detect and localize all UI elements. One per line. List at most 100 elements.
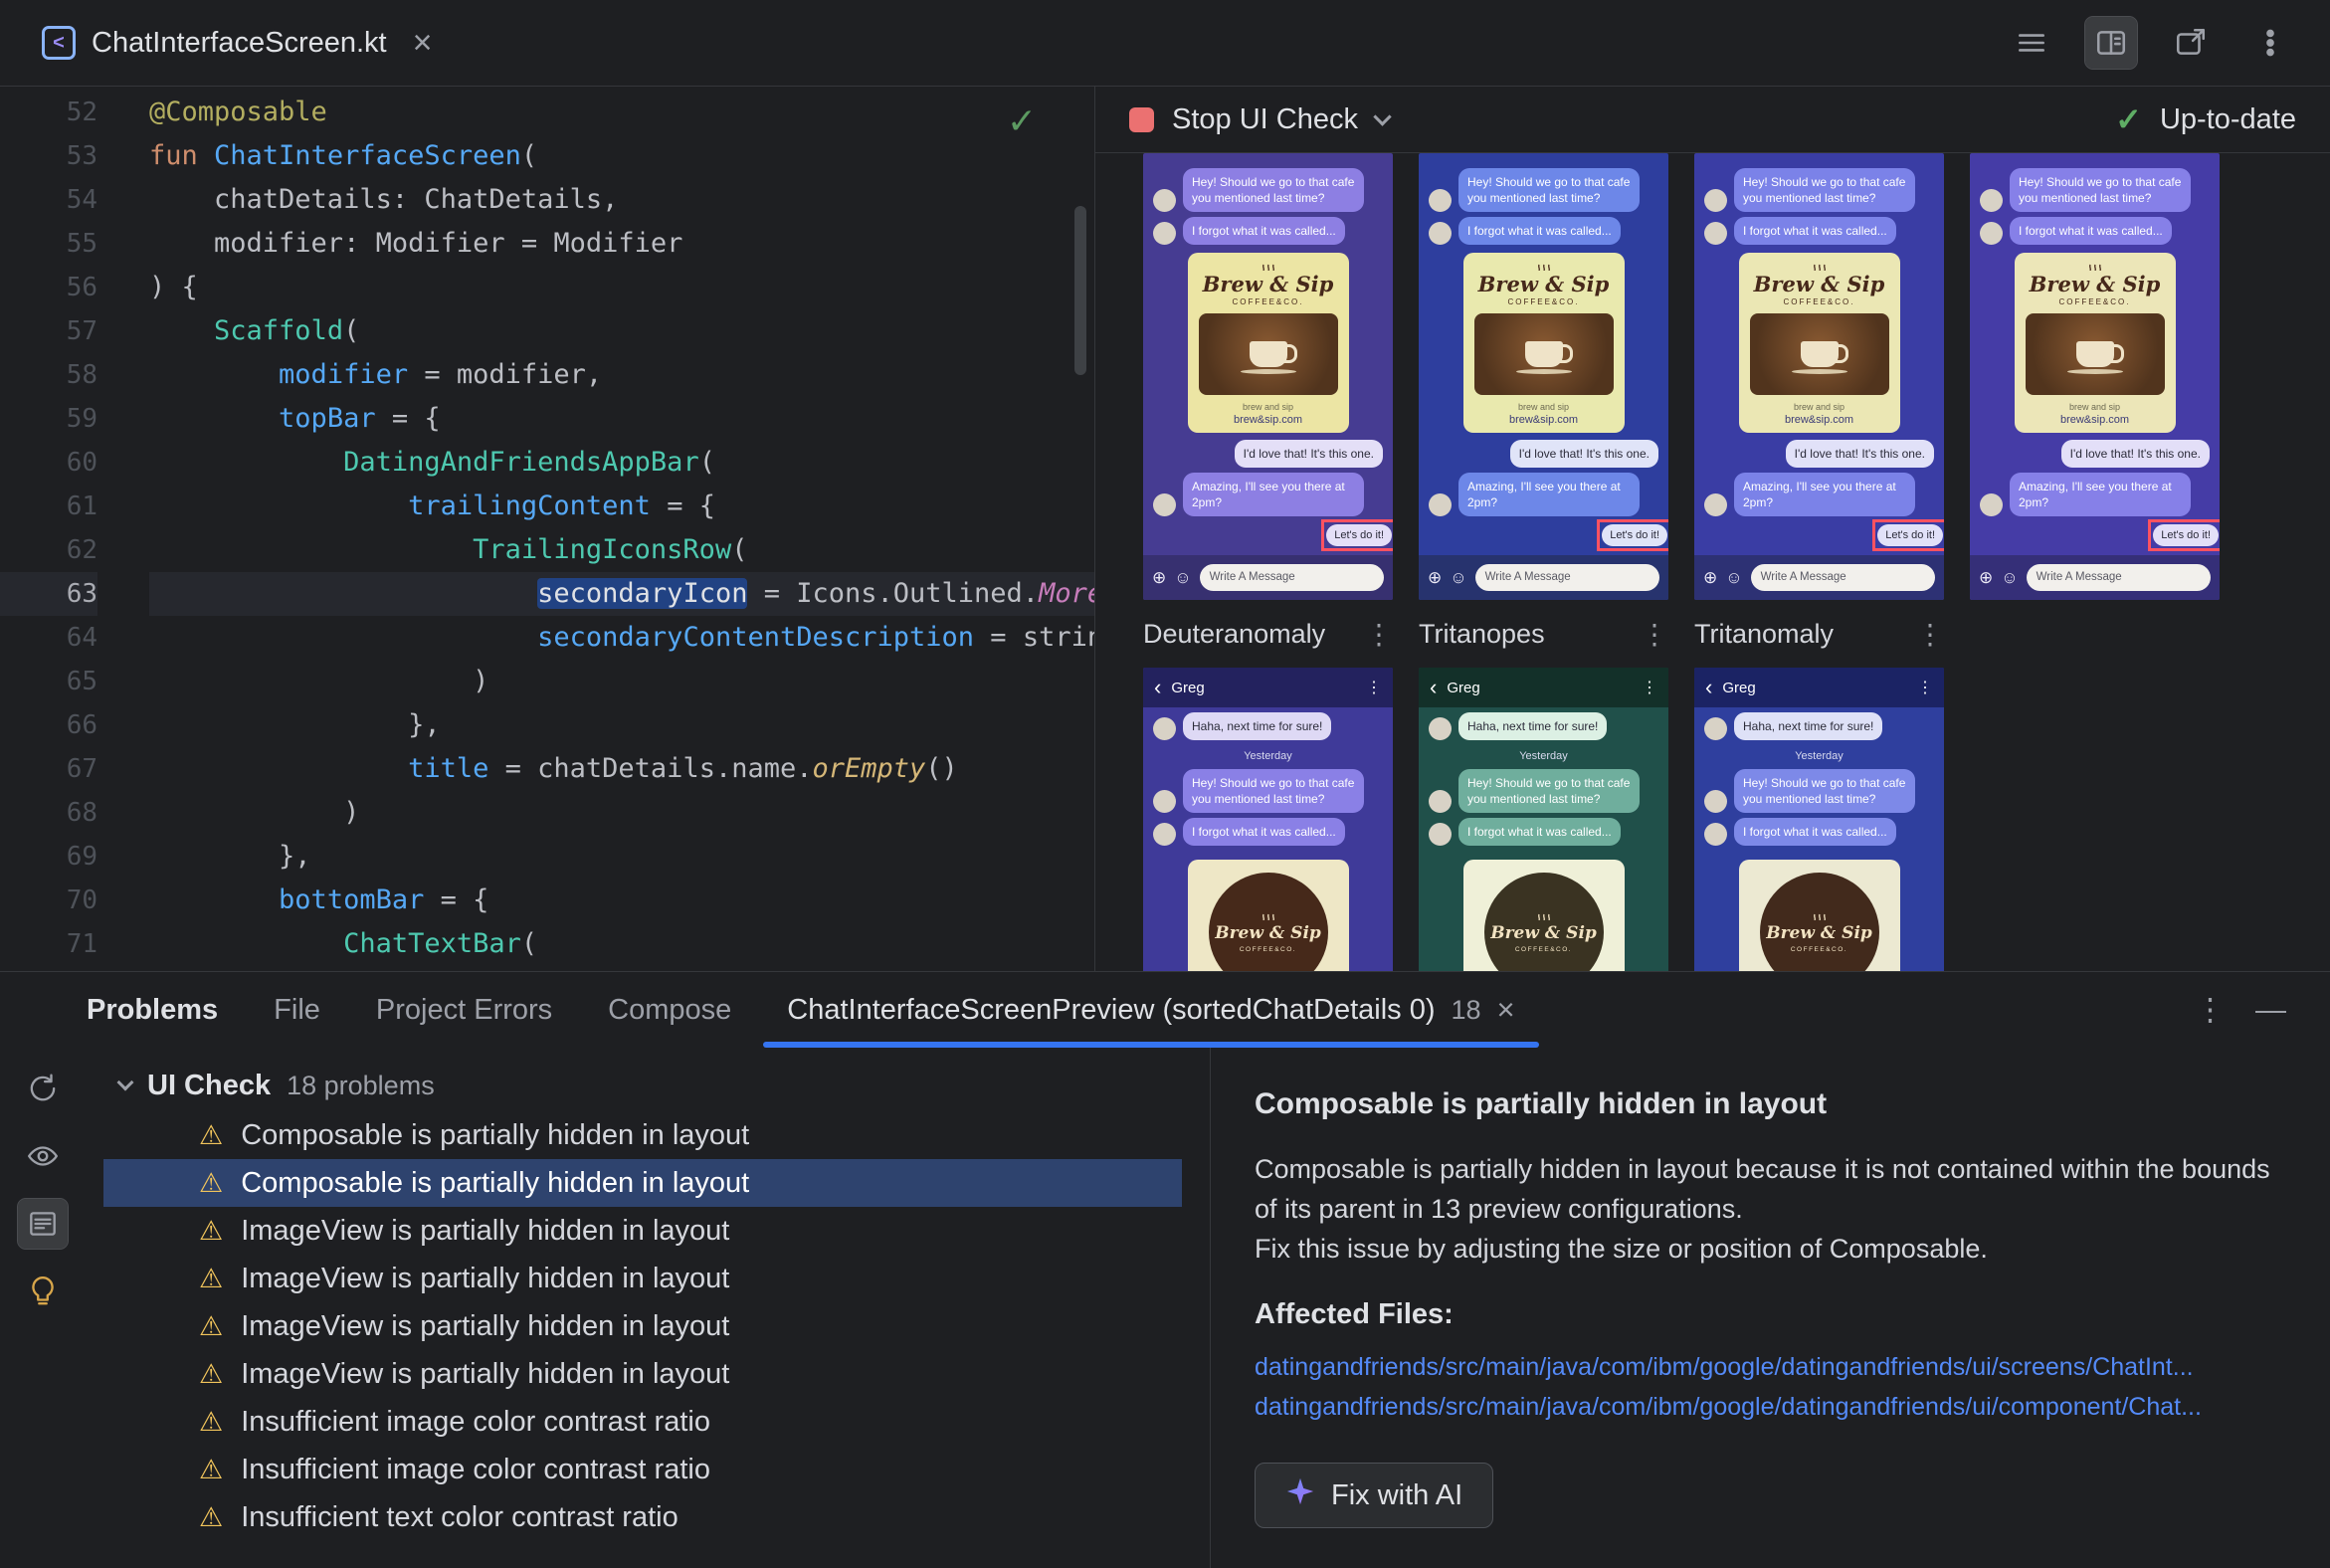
more-options-icon[interactable] [2244, 17, 2296, 69]
affected-file-link[interactable]: datingandfriends/src/main/java/com/ibm/g… [1255, 1387, 2286, 1427]
close-tab-icon[interactable]: × [413, 24, 433, 63]
code-line[interactable]: modifier = Modifier.navigationBarsPaddin… [149, 966, 1094, 971]
problem-item[interactable]: ⚠ Insufficient text color contrast ratio [103, 1493, 1182, 1541]
editor-code[interactable]: @Composable fun ChatInterfaceScreen( chat… [149, 91, 1094, 971]
preview-menu-icon[interactable]: ⋮ [1365, 618, 1393, 651]
tab-compose[interactable]: Compose [580, 972, 759, 1048]
refresh-icon[interactable] [18, 1064, 68, 1113]
line-number[interactable]: 63 [0, 572, 97, 616]
split-editor-icon[interactable] [2084, 16, 2138, 70]
problem-item[interactable]: ⚠ Insufficient image color contrast ratio [103, 1446, 1182, 1493]
line-number[interactable]: 67 [0, 747, 97, 791]
code-line[interactable]: fun ChatInterfaceScreen( [149, 134, 1094, 178]
line-number[interactable]: 62 [0, 528, 97, 572]
problem-item[interactable]: ⚠ ImageView is partially hidden in layout [103, 1350, 1182, 1398]
line-number[interactable]: 59 [0, 397, 97, 441]
steam-icon [1261, 911, 1276, 921]
details-view-icon[interactable] [17, 1198, 69, 1250]
code-editor[interactable]: 52 53 54 55 56 57 58 59 60 61 62 63 64 65 66 67 68 69 70 71… [0, 87, 1094, 971]
line-number[interactable]: 61 [0, 485, 97, 528]
avatar [1704, 717, 1727, 740]
code-line[interactable]: secondaryContentDescription = strin [149, 616, 1094, 660]
code-line[interactable]: trailingContent = { [149, 485, 1094, 528]
chevron-down-icon[interactable] [116, 1074, 134, 1091]
code-line[interactable]: @Composable [149, 91, 1094, 134]
brew-sip-card: Brew & Sip COFFEE&CO. brew and sip brew&… [1738, 253, 1900, 433]
problem-item[interactable]: ⚠ ImageView is partially hidden in layout [103, 1255, 1182, 1302]
line-number[interactable]: 65 [0, 660, 97, 703]
steam-icon [1196, 262, 1341, 272]
problem-label: Insufficient image color contrast ratio [241, 1405, 710, 1438]
preview-menu-icon[interactable]: ⋮ [1916, 618, 1944, 651]
code-line[interactable]: modifier: Modifier = Modifier [149, 222, 1094, 266]
preview-phone[interactable]: ‹ Greg ⋮ Haha, next time for sure! Yester… [1143, 668, 1393, 971]
problem-item[interactable]: ⚠ Composable is partially hidden in layou… [103, 1111, 1182, 1159]
open-in-window-icon[interactable] [2165, 17, 2217, 69]
code-line[interactable]: topBar = { [149, 397, 1094, 441]
problem-item[interactable]: ⚠ ImageView is partially hidden in layout [103, 1302, 1182, 1350]
uptodate-check-icon: ✓ [2115, 101, 2142, 137]
line-number[interactable]: 69 [0, 835, 97, 879]
inspections-ok-icon[interactable]: ✓ [1007, 100, 1037, 142]
stop-ui-check-button[interactable]: Stop UI Check [1129, 103, 1358, 136]
preview-phone[interactable]: ‹ Greg ⋮ Haha, next time for sure! Yester… [1419, 668, 1668, 971]
code-line[interactable]: Scaffold( [149, 309, 1094, 353]
line-number[interactable]: 53 [0, 134, 97, 178]
tab-project-errors[interactable]: Project Errors [348, 972, 580, 1048]
affected-file-link[interactable]: datingandfriends/src/main/java/com/ibm/g… [1255, 1347, 2286, 1387]
line-number[interactable]: 70 [0, 879, 97, 922]
eye-icon[interactable] [18, 1131, 68, 1181]
code-line[interactable]: ) [149, 791, 1094, 835]
tab-chatinterfacescreen-kt[interactable]: < ChatInterfaceScreen.kt × [34, 0, 440, 86]
code-line[interactable]: ChatTextBar( [149, 922, 1094, 966]
avatar [1429, 222, 1452, 245]
preview-phone[interactable]: Hey! Should we go to that cafe you menti… [1143, 153, 1393, 600]
code-line[interactable]: chatDetails: ChatDetails, [149, 178, 1094, 222]
code-line[interactable]: title = chatDetails.name.orEmpty() [149, 747, 1094, 791]
line-number[interactable]: 64 [0, 616, 97, 660]
fix-with-ai-button[interactable]: Fix with AI [1255, 1463, 1494, 1528]
close-tab-icon[interactable]: × [1497, 992, 1515, 1028]
code-line[interactable]: TrailingIconsRow( [149, 528, 1094, 572]
problems-group-row[interactable]: UI Check 18 problems [86, 1060, 1210, 1111]
code-line[interactable]: modifier = modifier, [149, 353, 1094, 397]
preview-phone[interactable]: Hey! Should we go to that cafe you menti… [1694, 153, 1944, 600]
lightbulb-icon[interactable] [18, 1267, 68, 1316]
line-number[interactable]: 66 [0, 703, 97, 747]
tab-file[interactable]: File [246, 972, 348, 1048]
line-number[interactable]: 72 [0, 966, 97, 971]
editor-scrollbar[interactable] [1074, 206, 1086, 375]
chevron-down-icon[interactable] [1373, 106, 1392, 126]
problem-item[interactable]: ⚠ Composable is partially hidden in layou… [103, 1159, 1182, 1207]
problems-window-title[interactable]: Problems [87, 972, 246, 1048]
code-line[interactable]: ) [149, 660, 1094, 703]
code-line[interactable]: secondaryIcon = Icons.Outlined.More [149, 572, 1094, 616]
preview-phone[interactable]: Hey! Should we go to that cafe you menti… [1970, 153, 2220, 600]
line-number[interactable]: 56 [0, 266, 97, 309]
problem-item[interactable]: ⚠ ImageView is partially hidden in layout [103, 1207, 1182, 1255]
line-number[interactable]: 55 [0, 222, 97, 266]
code-line[interactable]: }, [149, 835, 1094, 879]
line-number[interactable]: 71 [0, 922, 97, 966]
hide-panel-icon[interactable]: — [2255, 992, 2286, 1028]
tab-uicheck-preview[interactable]: ChatInterfaceScreenPreview (sortedChatDe… [759, 972, 1542, 1048]
problems-list-pane: UI Check 18 problems ⚠ Composable is part… [86, 1048, 1210, 1568]
problem-item[interactable]: ⚠ Insufficient image color contrast ratio [103, 1398, 1182, 1446]
preview-phone[interactable]: ‹ Greg ⋮ Haha, next time for sure! Yester… [1694, 668, 1944, 971]
line-number[interactable]: 57 [0, 309, 97, 353]
message-input-bar: ⊕ ☺ Write A Message [1143, 555, 1393, 600]
line-number[interactable]: 58 [0, 353, 97, 397]
align-lines-icon[interactable] [2006, 17, 2057, 69]
line-number[interactable]: 52 [0, 91, 97, 134]
preview-phone[interactable]: Hey! Should we go to that cafe you menti… [1419, 153, 1668, 600]
line-number[interactable]: 68 [0, 791, 97, 835]
steam-icon [1812, 911, 1828, 921]
code-line[interactable]: bottomBar = { [149, 879, 1094, 922]
code-line[interactable]: DatingAndFriendsAppBar( [149, 441, 1094, 485]
preview-menu-icon[interactable]: ⋮ [1641, 618, 1668, 651]
line-number[interactable]: 60 [0, 441, 97, 485]
code-line[interactable]: ) { [149, 266, 1094, 309]
line-number[interactable]: 54 [0, 178, 97, 222]
more-options-icon[interactable]: ⋮ [2195, 992, 2226, 1028]
code-line[interactable]: }, [149, 703, 1094, 747]
